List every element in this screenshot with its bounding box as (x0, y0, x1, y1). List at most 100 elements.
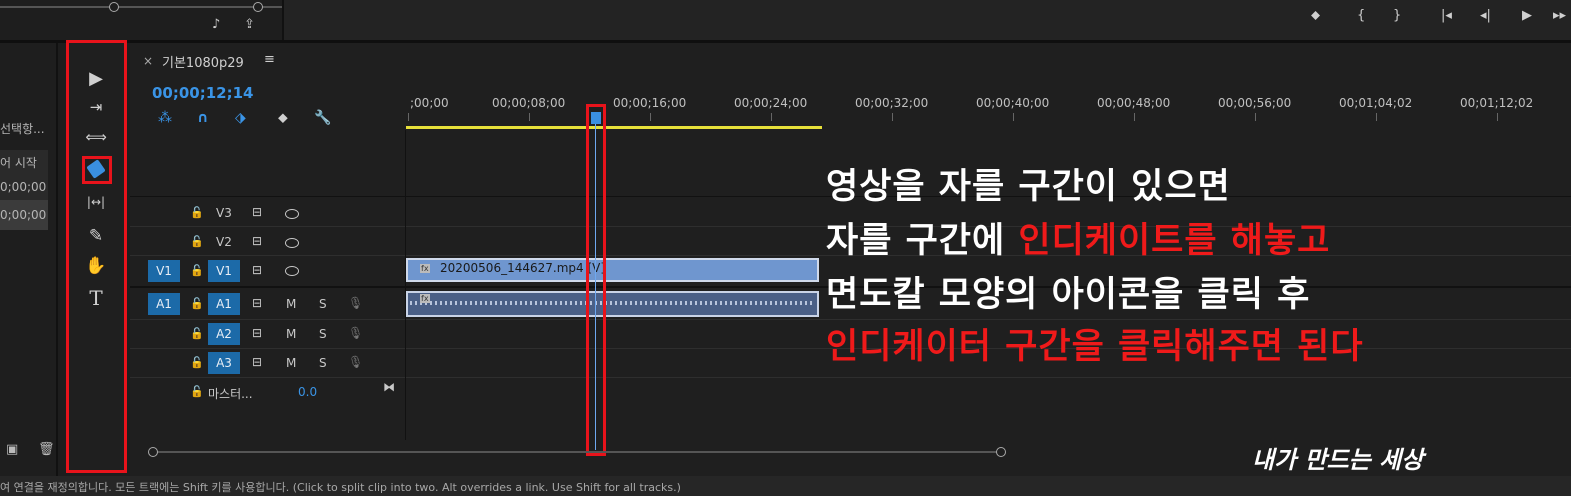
track-target-v1[interactable]: V1 (208, 260, 240, 282)
ruler-label: 00;00;24;00 (734, 96, 808, 110)
trash-icon[interactable]: 🗑 (38, 442, 55, 457)
slip-icon[interactable]: |↔| (84, 195, 108, 209)
playhead-highlight (586, 104, 606, 456)
mute-button[interactable]: M (286, 356, 296, 370)
caption-line-2: 자를 구간에 인디케이트를 해놓고 (826, 212, 1330, 263)
sync-lock-icon[interactable]: ⊟ (252, 263, 262, 277)
scroll-handle-left[interactable] (109, 2, 119, 12)
project-panel (0, 43, 58, 476)
add-marker-icon[interactable]: ⬥ (278, 110, 288, 126)
ripple-edit-icon[interactable]: ⟺ (84, 128, 108, 146)
eye-icon[interactable] (285, 238, 299, 248)
track-label-v2: V2 (216, 235, 232, 249)
lock-icon[interactable]: 🔓 (190, 264, 204, 277)
wrench-icon[interactable]: 🔧 (314, 110, 331, 126)
fx-badge: fx (420, 294, 430, 303)
caption-line-1: 영상을 자를 구간이 있으면 (826, 167, 1231, 207)
mic-icon[interactable]: 🎙 (348, 326, 363, 340)
work-area-bar[interactable] (406, 126, 822, 129)
track-target-a1[interactable]: A1 (208, 293, 240, 315)
go-to-end-icon[interactable]: ⧓ (383, 380, 395, 394)
linked-selection-icon[interactable]: ⬗ (235, 110, 246, 126)
type-icon[interactable]: T (84, 286, 108, 310)
sync-lock-icon[interactable]: ⊟ (252, 205, 262, 219)
lock-icon[interactable]: 🔓 (190, 235, 204, 248)
track-target-a3[interactable]: A3 (208, 352, 240, 374)
master-volume-value[interactable]: 0.0 (298, 385, 317, 399)
scroll-handle-right[interactable] (996, 447, 1006, 457)
header-divider (405, 130, 406, 440)
step-back-icon[interactable]: ◂| (1480, 8, 1491, 23)
solo-button[interactable]: S (319, 327, 327, 341)
mark-out-icon[interactable]: } (1393, 8, 1401, 23)
ruler-tick (650, 113, 651, 121)
pen-icon[interactable]: ✎ (84, 226, 108, 246)
ruler-tick (1013, 113, 1014, 121)
lock-icon[interactable]: 🔓 (190, 385, 204, 398)
fx-badge: fx (420, 264, 430, 273)
solo-button[interactable]: S (319, 356, 327, 370)
eye-icon[interactable] (285, 209, 299, 219)
insert-audio-icon[interactable]: ♪ (212, 17, 220, 32)
track-target-a2[interactable]: A2 (208, 323, 240, 345)
ruler-tick (529, 113, 530, 121)
lock-icon[interactable]: 🔓 (190, 327, 204, 340)
sync-lock-icon[interactable]: ⊟ (252, 326, 262, 340)
ruler-tick (1255, 113, 1256, 121)
lock-icon[interactable]: 🔓 (190, 297, 204, 310)
track-select-forward-icon[interactable]: ⇥ (84, 98, 108, 116)
ruler-label: 00;00;40;00 (976, 96, 1050, 110)
hand-icon[interactable]: ✋ (84, 256, 108, 276)
ruler-tick (771, 113, 772, 121)
source-scrollbar[interactable] (0, 6, 282, 8)
mic-icon[interactable]: 🎙 (348, 296, 363, 310)
source-patch-v1[interactable]: V1 (148, 260, 180, 282)
ruler-label: 00;01;04;02 (1339, 96, 1413, 110)
mark-in-icon[interactable]: { (1357, 8, 1365, 23)
lock-icon[interactable]: 🔓 (190, 356, 204, 369)
ruler-tick (1134, 113, 1135, 121)
select-arrow-icon[interactable]: ▶ (84, 68, 108, 89)
snap-icon[interactable]: ∩ (197, 110, 208, 126)
tab-menu-icon[interactable]: ≡ (264, 52, 275, 67)
go-to-in-icon[interactable]: |◂ (1441, 8, 1452, 23)
nest-icon[interactable]: ⁂ (158, 110, 172, 126)
caption-line-2-white: 자를 구간에 (826, 221, 1019, 261)
solo-button[interactable]: S (319, 297, 327, 311)
mute-button[interactable]: M (286, 297, 296, 311)
step-forward-icon[interactable]: ▸▸ (1553, 8, 1566, 23)
scroll-handle-right[interactable] (253, 2, 263, 12)
sync-lock-icon[interactable]: ⊟ (252, 355, 262, 369)
sequence-tab-title[interactable]: 기본1080p29 (162, 52, 244, 71)
export-frame-icon[interactable]: ⇪ (244, 17, 255, 32)
ruler-label: 00;01;12;02 (1460, 96, 1534, 110)
mic-icon[interactable]: 🎙 (348, 355, 363, 369)
playhead-timecode[interactable]: 00;00;12;14 (152, 84, 254, 102)
timeline-scrollbar[interactable] (150, 451, 1000, 453)
project-selection-label: 선택항... (0, 122, 45, 136)
lock-icon[interactable]: 🔓 (190, 206, 204, 219)
project-column-header[interactable]: 어 시작 (0, 154, 37, 171)
source-patch-a1[interactable]: A1 (148, 293, 180, 315)
add-marker-icon[interactable]: ⬥ (1311, 8, 1320, 23)
video-clip-name: 20200506_144627.mp4 [V] (440, 261, 606, 275)
track-divider (130, 377, 1571, 378)
caption-line-2-red: 인디케이트를 해놓고 (1018, 221, 1331, 261)
ruler-label: 00;00;56;00 (1218, 96, 1292, 110)
ruler-label: 00;00;48;00 (1097, 96, 1171, 110)
new-item-icon[interactable]: ▣ (6, 442, 18, 457)
close-tab-icon[interactable]: × (143, 54, 153, 68)
project-timecode: 0;00;00 (0, 180, 47, 194)
caption-line-4: 인디케이터 구간을 클릭해주면 된다 (826, 327, 1364, 367)
ruler-tick (1497, 113, 1498, 121)
project-timecode-selected: 0;00;00 (0, 208, 47, 222)
sync-lock-icon[interactable]: ⊟ (252, 234, 262, 248)
ruler-label: 00;00;08;00 (492, 96, 566, 110)
sync-lock-icon[interactable]: ⊟ (252, 296, 262, 310)
mute-button[interactable]: M (286, 327, 296, 341)
play-icon[interactable]: ▶ (1522, 8, 1532, 23)
eye-icon[interactable] (285, 266, 299, 276)
caption-line-3: 면도칼 모양의 아이콘을 클릭 후 (826, 275, 1311, 315)
scroll-handle-left[interactable] (148, 447, 158, 457)
ruler-label: ;00;00 (410, 96, 449, 110)
